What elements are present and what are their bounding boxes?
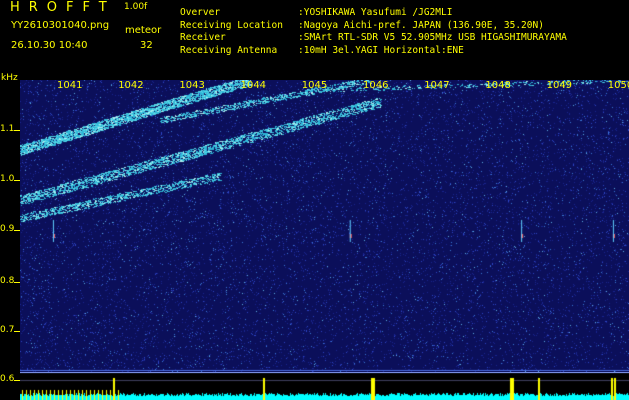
minute-label: 1044 bbox=[240, 80, 267, 91]
frequency-tick-label: 0.6 bbox=[0, 374, 15, 384]
info-label: Receiving Location bbox=[180, 19, 283, 31]
meteor-count: 32 bbox=[140, 40, 153, 51]
frequency-tick-label: 0.9 bbox=[0, 224, 15, 234]
frequency-tick-label: 0.7 bbox=[0, 325, 15, 335]
minute-label: 1049 bbox=[546, 80, 573, 91]
frequency-tick-label: 1.0 bbox=[0, 174, 15, 184]
info-label: Overver bbox=[180, 7, 221, 18]
header-panel: HROFFT 1.00f YY2610301040.png meteor 26.… bbox=[0, 0, 629, 78]
frequency-tick-label: 1.1 bbox=[0, 124, 15, 134]
minute-label: 1048 bbox=[485, 80, 511, 91]
minute-label: 1041 bbox=[57, 80, 83, 91]
station-info: Overver :YOSHIKAWA Yasufumi /JG2MLI Recei… bbox=[180, 7, 567, 57]
meteor-label: meteor bbox=[125, 25, 162, 36]
frequency-tick-label: 0.8 bbox=[0, 276, 15, 286]
file-name: YY2610301040.png bbox=[11, 20, 110, 31]
info-row-antenna: Receiving Antenna :10mH 3el.YAGI Horizont… bbox=[180, 45, 567, 58]
signal-trace-canvas bbox=[20, 372, 629, 400]
date-time: 26.10.30 10:40 bbox=[11, 40, 88, 51]
frequency-unit: kHz bbox=[1, 73, 18, 83]
info-row-location: Receiving Location :Nagoya Aichi-pref. JA… bbox=[180, 20, 567, 33]
minute-label: 1050 bbox=[607, 80, 629, 91]
hrofft-window: HROFFT 1.00f YY2610301040.png meteor 26.… bbox=[0, 0, 629, 400]
info-value: :10mH 3el.YAGI Horizontal:ENE bbox=[298, 44, 464, 56]
app-version: 1.00f bbox=[124, 2, 148, 12]
info-row-receiver: Receiver :SMArt RTL-SDR V5 52.905MHz USB … bbox=[180, 32, 567, 45]
app-title: HROFFT bbox=[10, 0, 116, 15]
minute-label: 1046 bbox=[363, 80, 389, 91]
minute-label: 1043 bbox=[179, 80, 205, 91]
minute-label: 1045 bbox=[301, 80, 328, 91]
info-value: :SMArt RTL-SDR V5 52.905MHz USB HIGASHIM… bbox=[298, 32, 567, 43]
info-value: :Nagoya Aichi-pref. JAPAN (136.90E, 35.2… bbox=[298, 19, 544, 31]
info-value: :YOSHIKAWA Yasufumi /JG2MLI bbox=[298, 7, 453, 18]
minute-label: 1047 bbox=[424, 80, 450, 91]
spectrogram-canvas bbox=[20, 80, 629, 372]
signal-trace-panel bbox=[20, 372, 629, 400]
info-label: Receiving Antenna bbox=[180, 44, 278, 56]
info-row-observer: Overver :YOSHIKAWA Yasufumi /JG2MLI bbox=[180, 7, 567, 20]
info-label: Receiver bbox=[180, 32, 226, 43]
spectrogram-view[interactable]: 1041 1042 1043 1044 1045 1046 1047 1048 1049 1050 bbox=[20, 80, 629, 372]
minute-label: 1042 bbox=[118, 80, 144, 91]
